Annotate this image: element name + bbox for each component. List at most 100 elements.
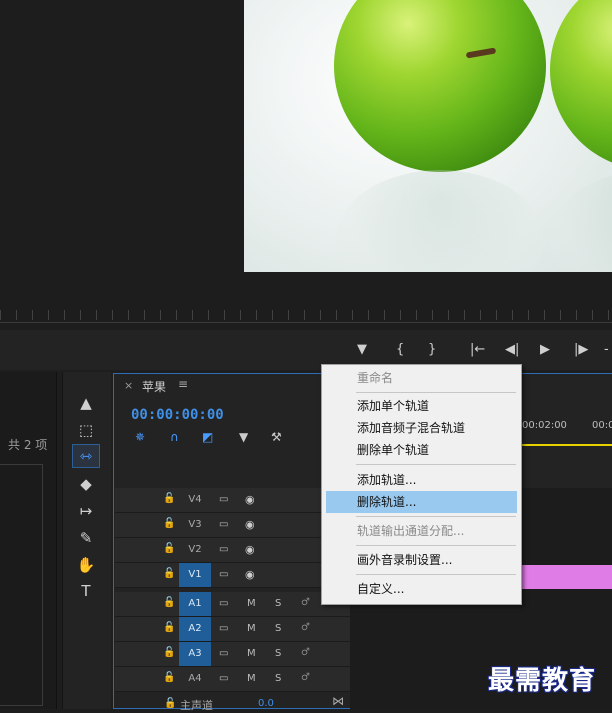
menu-separator: [356, 464, 516, 465]
project-list[interactable]: [0, 464, 43, 706]
step-forward-icon[interactable]: |▶: [574, 342, 588, 358]
sync-lock-icon[interactable]: ▭: [219, 673, 228, 684]
menu-item-delete-single-track[interactable]: 删除单个轨道: [326, 439, 517, 461]
close-icon[interactable]: ×: [124, 379, 133, 392]
lock-icon[interactable]: 🔓: [163, 672, 175, 683]
track-name[interactable]: V2: [179, 538, 211, 562]
apple-image-right: [550, 0, 612, 170]
solo-button[interactable]: S: [275, 648, 281, 659]
menu-item-customize[interactable]: 自定义...: [326, 578, 517, 600]
lock-icon[interactable]: 🔓: [163, 543, 175, 554]
track-a1[interactable]: 🔓 A1 ▭ M S ♂: [115, 592, 350, 617]
work-area-bar[interactable]: [522, 444, 612, 446]
ripple-edit-tool-icon[interactable]: ⇿: [72, 444, 100, 468]
lock-icon[interactable]: 🔓: [163, 493, 175, 504]
time-label: 00:02:00: [522, 420, 567, 431]
solo-button[interactable]: S: [275, 673, 281, 684]
timeline-ruler[interactable]: 00:02:00 00:0: [522, 416, 612, 446]
eye-icon[interactable]: ◉: [245, 543, 255, 556]
eye-icon[interactable]: ◉: [245, 568, 255, 581]
wrench-icon[interactable]: ⚒: [271, 430, 282, 444]
sync-lock-icon[interactable]: ▭: [219, 598, 228, 609]
menu-item-add-submix-track[interactable]: 添加音频子混合轨道: [326, 417, 517, 439]
track-select-tool-icon[interactable]: ⬚: [73, 419, 99, 441]
linked-selection-icon[interactable]: ◩: [202, 430, 213, 444]
slip-tool-icon[interactable]: ↦: [73, 500, 99, 522]
sync-lock-icon[interactable]: ▭: [219, 648, 228, 659]
lock-icon[interactable]: 🔓: [163, 568, 175, 579]
track-a3[interactable]: 🔓 A3 ▭ M S ♂: [115, 642, 350, 667]
track-name[interactable]: A4: [179, 667, 211, 691]
razor-tool-icon[interactable]: ◆: [73, 473, 99, 495]
track-v4[interactable]: 🔓 V4 ▭ ◉: [115, 488, 350, 513]
track-name[interactable]: A2: [179, 617, 211, 641]
watermark-logo: 最需教育: [488, 666, 597, 696]
track-a2[interactable]: 🔓 A2 ▭ M S ♂: [115, 617, 350, 642]
track-name[interactable]: A1: [179, 592, 211, 616]
go-to-out-icon[interactable]: -: [604, 342, 609, 358]
eye-icon[interactable]: ◉: [245, 518, 255, 531]
nest-icon[interactable]: ✵: [135, 430, 145, 444]
mark-in-icon[interactable]: {: [396, 342, 404, 358]
menu-item-delete-tracks[interactable]: 删除轨道...: [326, 491, 517, 513]
mute-button[interactable]: M: [247, 673, 256, 684]
sequence-name[interactable]: 苹果: [142, 378, 166, 395]
video-clip[interactable]: [521, 565, 612, 589]
microphone-icon[interactable]: ♂: [301, 672, 310, 683]
play-icon[interactable]: ▶: [540, 342, 550, 358]
master-volume[interactable]: 0.0: [258, 698, 274, 709]
eye-icon[interactable]: ◉: [245, 493, 255, 506]
sync-lock-icon[interactable]: ▭: [219, 623, 228, 634]
lock-icon[interactable]: 🔓: [164, 698, 176, 709]
menu-item-rename[interactable]: 重命名: [326, 367, 517, 389]
panel-menu-icon[interactable]: ≡: [178, 377, 188, 391]
marker-icon[interactable]: ▼: [357, 342, 367, 358]
type-tool-icon[interactable]: T: [73, 580, 99, 602]
menu-item-add-tracks[interactable]: 添加轨道...: [326, 469, 517, 491]
solo-button[interactable]: S: [275, 598, 281, 609]
monitor-time-ruler[interactable]: [0, 300, 612, 330]
mute-button[interactable]: M: [247, 648, 256, 659]
sync-lock-icon[interactable]: ▭: [219, 544, 228, 555]
selection-tool-icon[interactable]: ▲: [73, 392, 99, 414]
apple-image-left: [334, 0, 546, 172]
track-name[interactable]: A3: [179, 642, 211, 666]
microphone-icon[interactable]: ♂: [301, 622, 310, 633]
add-marker-icon[interactable]: ▼: [239, 430, 248, 444]
item-count: 共 2 项: [8, 438, 48, 452]
lock-icon[interactable]: 🔓: [163, 518, 175, 529]
project-panel: 共 2 项: [0, 372, 57, 709]
solo-button[interactable]: S: [275, 623, 281, 634]
go-to-in-icon[interactable]: |←: [470, 342, 485, 358]
sync-lock-icon[interactable]: ▭: [219, 569, 228, 580]
mute-button[interactable]: M: [247, 623, 256, 634]
menu-item-track-output-assignment[interactable]: 轨道输出通道分配...: [326, 520, 517, 542]
menu-item-add-single-track[interactable]: 添加单个轨道: [326, 395, 517, 417]
lock-icon[interactable]: 🔓: [163, 647, 175, 658]
track-v1[interactable]: 🔓 V1 ▭ ◉: [115, 563, 350, 588]
pen-tool-icon[interactable]: ✎: [73, 527, 99, 549]
lock-icon[interactable]: 🔓: [163, 597, 175, 608]
sync-lock-icon[interactable]: ▭: [219, 494, 228, 505]
track-name[interactable]: V4: [179, 488, 211, 512]
microphone-icon[interactable]: ♂: [301, 597, 310, 608]
master-track-label: 主声道: [180, 699, 213, 712]
mark-out-icon[interactable]: }: [428, 342, 436, 358]
microphone-icon[interactable]: ♂: [301, 647, 310, 658]
mute-button[interactable]: M: [247, 598, 256, 609]
menu-item-voiceover-settings[interactable]: 画外音录制设置...: [326, 549, 517, 571]
track-v3[interactable]: 🔓 V3 ▭ ◉: [115, 513, 350, 538]
timecode-display[interactable]: 00:00:00:00: [131, 407, 224, 423]
track-v2[interactable]: 🔓 V2 ▭ ◉: [115, 538, 350, 563]
track-a4[interactable]: 🔓 A4 ▭ M S ♂: [115, 667, 350, 692]
step-back-icon[interactable]: ◀|: [505, 342, 519, 358]
menu-separator: [356, 545, 516, 546]
sync-lock-icon[interactable]: ▭: [219, 519, 228, 530]
bowtie-icon[interactable]: ⋈: [332, 694, 344, 708]
lock-icon[interactable]: 🔓: [163, 622, 175, 633]
track-context-menu: 重命名 添加单个轨道 添加音频子混合轨道 删除单个轨道 添加轨道... 删除轨道…: [321, 364, 522, 605]
track-name[interactable]: V3: [179, 513, 211, 537]
track-name[interactable]: V1: [179, 563, 211, 587]
snap-icon[interactable]: ∩: [170, 430, 179, 444]
hand-tool-icon[interactable]: ✋: [73, 554, 99, 576]
